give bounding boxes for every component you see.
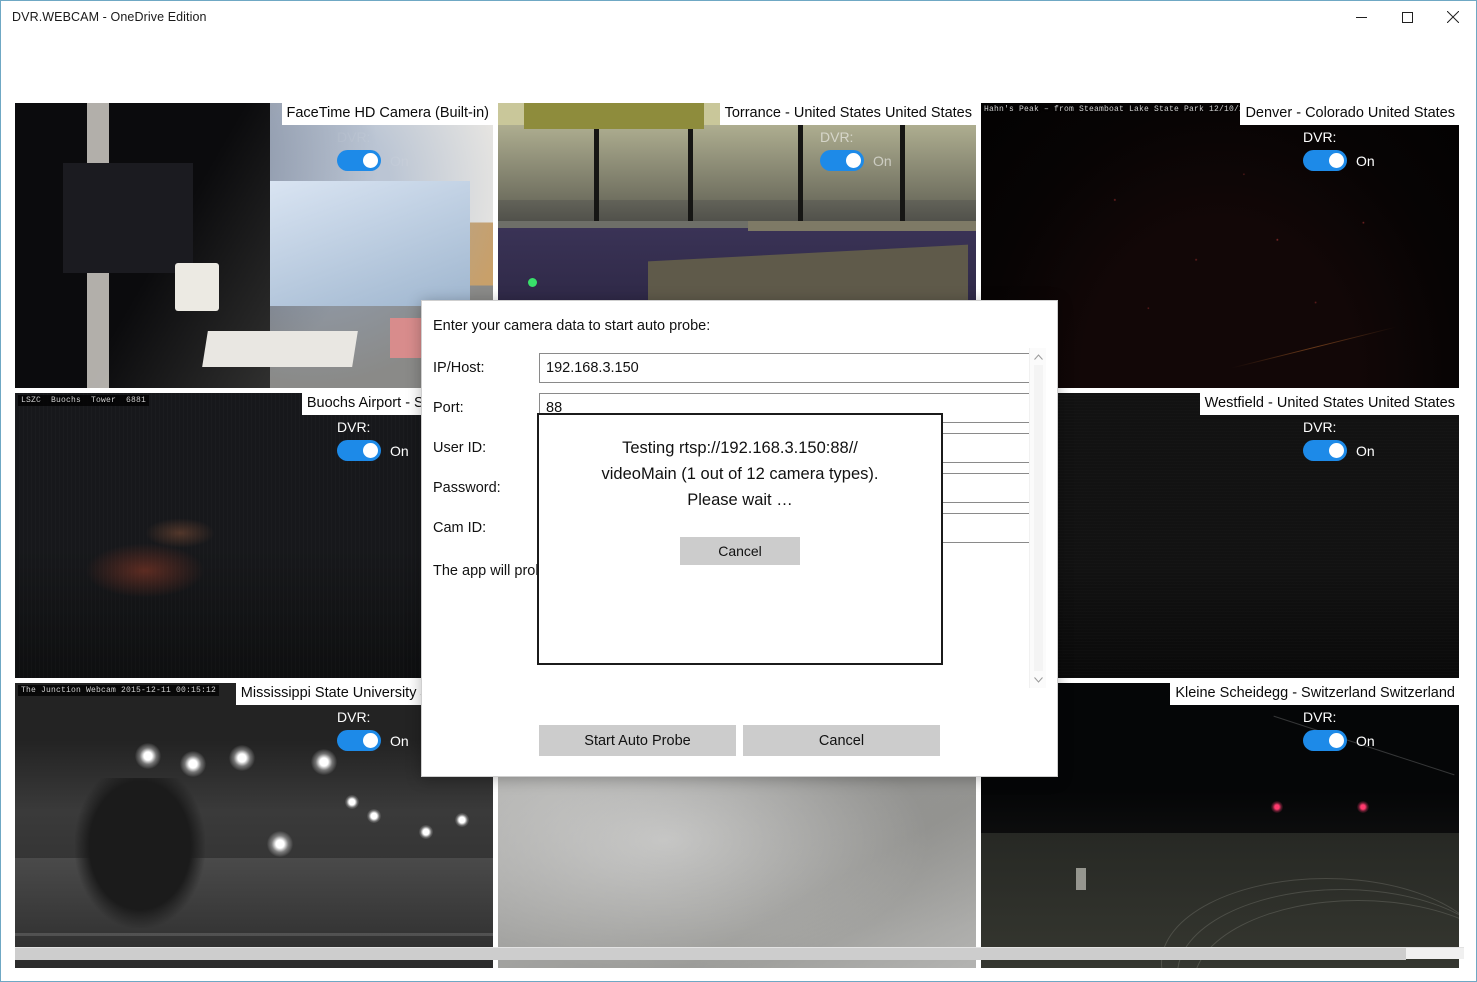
progress-message-line3: Please wait … — [687, 491, 793, 509]
dvr-label: DVR: — [1303, 709, 1337, 725]
dvr-toggle[interactable] — [337, 730, 381, 751]
dvr-toggle[interactable] — [337, 440, 381, 461]
dvr-row: On — [1303, 730, 1375, 751]
dvr-label: DVR: — [820, 129, 854, 145]
dvr-control: DVR: On — [1303, 129, 1375, 171]
dialog-cancel-button[interactable]: Cancel — [743, 725, 940, 756]
minimize-icon[interactable] — [1338, 1, 1384, 33]
camera-label: Westfield - United States United States — [1199, 393, 1459, 415]
camera-label: Kleine Scheidegg - Switzerland Switzerla… — [1170, 683, 1459, 705]
toggle-knob — [846, 153, 861, 168]
field-row-ip-host: IP/Host: — [433, 348, 1043, 388]
dvr-row: On — [337, 150, 409, 171]
chevron-down-icon[interactable] — [1030, 671, 1047, 688]
dvr-control: DVR: On — [1303, 419, 1375, 461]
window-controls — [1338, 1, 1476, 33]
camera-timestamp-overlay: Hahn's Peak – from Steamboat Lake State … — [984, 105, 1285, 114]
camera-label: Torrance - United States United States — [719, 103, 976, 125]
dvr-toggle[interactable] — [820, 150, 864, 171]
dvr-row: On — [1303, 440, 1375, 461]
toggle-knob — [363, 443, 378, 458]
chevron-up-icon[interactable] — [1030, 348, 1047, 365]
field-label-cam-id: Cam ID: — [433, 520, 487, 536]
window-title: DVR.WEBCAM - OneDrive Edition — [12, 10, 207, 24]
progress-message-line1: Testing rtsp://192.168.3.150:88// — [622, 439, 858, 457]
dvr-label: DVR: — [1303, 419, 1337, 435]
progress-cancel-button[interactable]: Cancel — [680, 537, 800, 565]
dvr-state: On — [390, 152, 409, 169]
dvr-state: On — [1356, 152, 1375, 169]
progress-message-line2: videoMain (1 out of 12 camera types). — [601, 465, 879, 483]
dvr-row: On — [1303, 150, 1375, 171]
field-label-port: Port: — [433, 400, 464, 416]
maximize-icon[interactable] — [1384, 1, 1430, 33]
app-window: DVR.WEBCAM - OneDrive Edition FaceTime H… — [0, 0, 1477, 982]
dvr-label: DVR: — [1303, 129, 1337, 145]
progress-message: Testing rtsp://192.168.3.150:88// videoM… — [566, 435, 914, 513]
dvr-control: DVR: On — [1303, 709, 1375, 751]
camera-timestamp-overlay: LSZC Buochs Tower 6881 — [18, 395, 150, 406]
dialog-actions: Start Auto Probe Cancel — [422, 725, 1057, 756]
dvr-control: DVR: On — [337, 419, 409, 461]
toggle-knob — [363, 733, 378, 748]
toggle-knob — [363, 153, 378, 168]
dvr-label: DVR: — [337, 129, 371, 145]
scrollbar-track[interactable] — [1034, 365, 1043, 671]
camera-timestamp-overlay: The Junction Webcam 2015-12-11 00:15:12 — [18, 685, 220, 696]
dvr-label: DVR: — [337, 419, 371, 435]
dvr-control: DVR: On — [337, 129, 409, 171]
dvr-state: On — [873, 152, 892, 169]
dvr-state: On — [1356, 732, 1375, 749]
dvr-control: DVR: On — [337, 709, 409, 751]
dialog-heading: Enter your camera data to start auto pro… — [433, 318, 711, 334]
close-icon[interactable] — [1430, 1, 1476, 33]
dvr-toggle[interactable] — [337, 150, 381, 171]
dvr-row: On — [337, 730, 409, 751]
dvr-toggle[interactable] — [1303, 150, 1347, 171]
toggle-knob — [1329, 153, 1344, 168]
toggle-knob — [1329, 443, 1344, 458]
ip-host-input[interactable] — [539, 353, 1043, 383]
dvr-row: On — [820, 150, 892, 171]
dialog-vertical-scrollbar[interactable] — [1029, 348, 1046, 688]
client-area: FaceTime HD Camera (Built-in) DVR: On To… — [1, 33, 1476, 981]
toggle-knob — [1329, 733, 1344, 748]
dvr-row: On — [337, 440, 409, 461]
horizontal-scrollbar[interactable] — [15, 947, 1464, 960]
dvr-state: On — [390, 442, 409, 459]
field-label-user-id: User ID: — [433, 440, 487, 456]
dvr-toggle[interactable] — [1303, 440, 1347, 461]
start-auto-probe-button[interactable]: Start Auto Probe — [539, 725, 736, 756]
dvr-control: DVR: On — [820, 129, 892, 171]
dvr-toggle[interactable] — [1303, 730, 1347, 751]
scrollbar-thumb[interactable] — [15, 948, 1407, 960]
dvr-state: On — [1356, 442, 1375, 459]
camera-label: Denver - Colorado United States — [1240, 103, 1459, 125]
dvr-label: DVR: — [337, 709, 371, 725]
dvr-state: On — [390, 732, 409, 749]
title-bar: DVR.WEBCAM - OneDrive Edition — [1, 1, 1476, 33]
field-label-password: Password: — [433, 480, 501, 496]
field-label-ip-host: IP/Host: — [433, 360, 485, 376]
probe-progress-dialog: Testing rtsp://192.168.3.150:88// videoM… — [537, 413, 943, 665]
camera-label: FaceTime HD Camera (Built-in) — [281, 103, 493, 125]
